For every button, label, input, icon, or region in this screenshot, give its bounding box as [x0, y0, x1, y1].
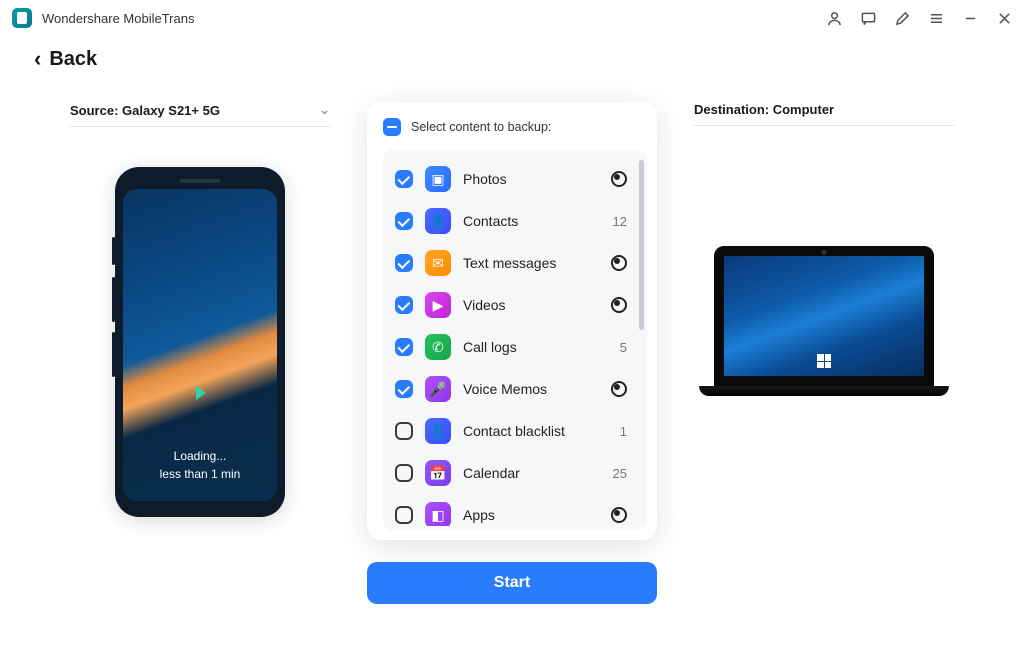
item-count: 25 [613, 466, 627, 481]
back-label: Back [49, 48, 97, 71]
loading-indicator-icon [611, 171, 627, 187]
item-label: Text messages [463, 255, 599, 271]
phone-loading-text: Loading... less than 1 min [160, 447, 241, 501]
loading-indicator-icon [611, 507, 627, 523]
titlebar: Wondershare MobileTrans [0, 0, 1024, 36]
source-dropdown-icon[interactable]: ⌄ [319, 102, 330, 118]
content-item[interactable]: ▣ Photos [393, 158, 643, 200]
message-icon[interactable] [860, 10, 876, 26]
item-checkbox[interactable] [395, 170, 413, 188]
item-checkbox[interactable] [395, 464, 413, 482]
destination-column: Destination: Computer [694, 102, 954, 604]
item-label: Photos [463, 171, 599, 187]
center-column: Select content to backup: ▣ Photos 👤 Contac… [367, 102, 657, 604]
item-checkbox[interactable] [395, 506, 413, 524]
content-item[interactable]: ◧ Apps [393, 494, 643, 526]
item-label: Calendar [463, 465, 601, 481]
source-device-illustration: Loading... less than 1 min [115, 167, 285, 517]
content-item[interactable]: 📅 Calendar 25 [393, 452, 643, 494]
app-icon [12, 8, 32, 28]
user-icon[interactable] [826, 10, 842, 26]
source-label: Source: Galaxy S21+ 5G [70, 103, 220, 118]
item-count: 1 [620, 424, 627, 439]
start-button[interactable]: Start [367, 562, 657, 604]
category-icon: 📅 [425, 460, 451, 486]
loading-indicator-icon [611, 381, 627, 397]
item-label: Call logs [463, 339, 608, 355]
category-icon: 👤 [425, 418, 451, 444]
item-label: Contact blacklist [463, 423, 608, 439]
edit-icon[interactable] [894, 10, 910, 26]
item-checkbox[interactable] [395, 422, 413, 440]
content-item[interactable]: ✉ Text messages [393, 242, 643, 284]
loading-line2: less than 1 min [160, 465, 241, 483]
menu-icon[interactable] [928, 10, 944, 26]
category-icon: ▶ [425, 292, 451, 318]
close-icon[interactable] [996, 10, 1012, 26]
item-checkbox[interactable] [395, 338, 413, 356]
item-checkbox[interactable] [395, 296, 413, 314]
loading-indicator-icon [611, 255, 627, 271]
category-icon: ✉ [425, 250, 451, 276]
item-checkbox[interactable] [395, 254, 413, 272]
category-icon: ✆ [425, 334, 451, 360]
scrollbar[interactable] [639, 160, 644, 330]
content-item[interactable]: 👤 Contact blacklist 1 [393, 410, 643, 452]
category-icon: ▣ [425, 166, 451, 192]
panel-title: Select content to backup: [411, 120, 551, 134]
divider [70, 126, 330, 127]
loading-line1: Loading... [160, 447, 241, 465]
category-icon: 🎤 [425, 376, 451, 402]
content-item[interactable]: ▶ Videos [393, 284, 643, 326]
category-icon: ◧ [425, 502, 451, 526]
chevron-left-icon: ‹ [34, 46, 41, 72]
item-label: Apps [463, 507, 599, 523]
content-item[interactable]: 🎤 Voice Memos [393, 368, 643, 410]
loading-indicator-icon [611, 297, 627, 313]
content-item[interactable]: ✆ Call logs 5 [393, 326, 643, 368]
play-icon [196, 386, 206, 400]
item-count: 5 [620, 340, 627, 355]
item-checkbox[interactable] [395, 212, 413, 230]
item-label: Videos [463, 297, 599, 313]
item-count: 12 [613, 214, 627, 229]
minimize-icon[interactable] [962, 10, 978, 26]
content-panel: Select content to backup: ▣ Photos 👤 Contac… [367, 102, 657, 540]
content-item[interactable]: 👤 Contacts 12 [393, 200, 643, 242]
source-column: Source: Galaxy S21+ 5G ⌄ Loading... less… [70, 102, 330, 604]
back-button[interactable]: ‹ Back [0, 36, 1024, 72]
windows-logo-icon [817, 354, 831, 368]
destination-label: Destination: Computer [694, 102, 834, 117]
app-title: Wondershare MobileTrans [42, 11, 194, 26]
category-icon: 👤 [425, 208, 451, 234]
divider [694, 125, 954, 126]
item-label: Contacts [463, 213, 601, 229]
titlebar-controls [826, 10, 1012, 26]
destination-device-illustration [699, 246, 949, 396]
item-checkbox[interactable] [395, 380, 413, 398]
item-label: Voice Memos [463, 381, 599, 397]
select-all-checkbox[interactable] [383, 118, 401, 136]
